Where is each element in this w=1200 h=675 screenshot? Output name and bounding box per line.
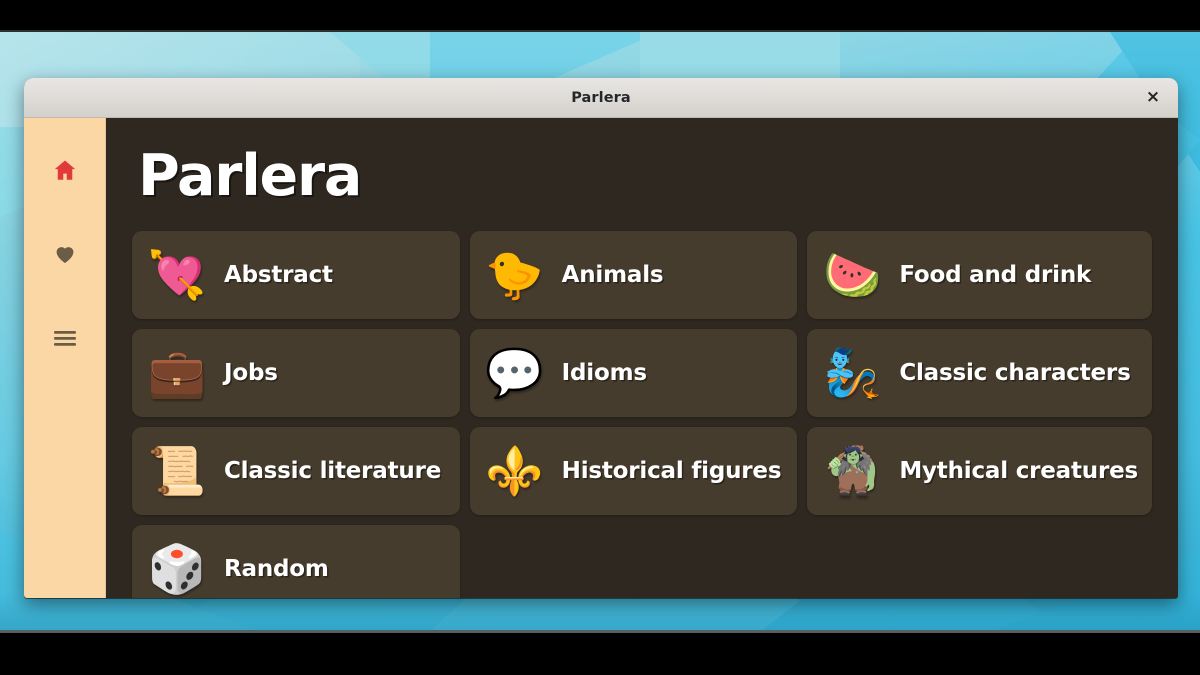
category-card-jobs[interactable]: 💼 Jobs [132, 329, 460, 417]
speech-balloon-icon: 💬 [485, 345, 544, 401]
home-icon [52, 157, 78, 183]
category-card-mythical-creatures[interactable]: 🧌 Mythical creatures [807, 427, 1152, 515]
screen: Parlera × Parlera 💘 Abstract 🐤 Animals 🍉… [0, 0, 1200, 675]
briefcase-icon: 💼 [147, 345, 207, 401]
heart-with-arrow-icon: 💘 [147, 247, 207, 303]
window-title: Parlera [571, 89, 631, 106]
category-grid: 💘 Abstract 🐤 Animals 🍉 Food and drink 💼 … [132, 231, 1152, 598]
category-label: Random [224, 556, 329, 582]
category-label: Classic literature [224, 458, 442, 484]
category-card-random[interactable]: 🎲 Random [132, 525, 460, 598]
category-label: Food and drink [899, 262, 1092, 288]
sidebar-item-favorites[interactable] [45, 234, 85, 274]
sidebar-item-home[interactable] [45, 150, 85, 190]
category-label: Historical figures [561, 458, 782, 484]
category-card-food-and-drink[interactable]: 🍉 Food and drink [807, 231, 1152, 319]
category-label: Classic characters [899, 360, 1131, 386]
category-card-classic-literature[interactable]: 📜 Classic literature [132, 427, 460, 515]
baby-chick-icon: 🐤 [485, 247, 544, 303]
window-titlebar[interactable]: Parlera × [24, 78, 1178, 118]
category-label: Mythical creatures [899, 458, 1138, 484]
category-card-abstract[interactable]: 💘 Abstract [132, 231, 460, 319]
game-die-icon: 🎲 [147, 541, 207, 597]
hamburger-menu-icon [52, 328, 78, 348]
category-card-animals[interactable]: 🐤 Animals [469, 231, 798, 319]
main-content: Parlera 💘 Abstract 🐤 Animals 🍉 Food and … [106, 118, 1178, 598]
heart-icon [53, 242, 77, 266]
fleur-de-lis-icon: ⚜️ [485, 443, 544, 499]
category-label: Animals [561, 262, 664, 288]
letterbox-bottom [0, 630, 1200, 675]
category-label: Abstract [224, 262, 333, 288]
troll-icon: 🧌 [823, 443, 882, 499]
letterbox-top [0, 0, 1200, 32]
watermelon-icon: 🍉 [823, 247, 882, 303]
category-card-idioms[interactable]: 💬 Idioms [469, 329, 798, 417]
sidebar [24, 118, 106, 598]
category-card-historical-figures[interactable]: ⚜️ Historical figures [469, 427, 798, 515]
category-label: Idioms [561, 360, 647, 386]
genie-icon: 🧞 [823, 345, 882, 401]
sidebar-item-menu[interactable] [45, 318, 85, 358]
window-body: Parlera 💘 Abstract 🐤 Animals 🍉 Food and … [24, 118, 1178, 598]
page-title: Parlera [138, 143, 362, 209]
category-label: Jobs [224, 360, 278, 386]
scroll-icon: 📜 [147, 443, 207, 499]
close-icon[interactable]: × [1138, 83, 1168, 113]
category-card-classic-characters[interactable]: 🧞 Classic characters [807, 329, 1152, 417]
app-window: Parlera × Parlera 💘 Abstract 🐤 Animals 🍉… [24, 78, 1178, 598]
